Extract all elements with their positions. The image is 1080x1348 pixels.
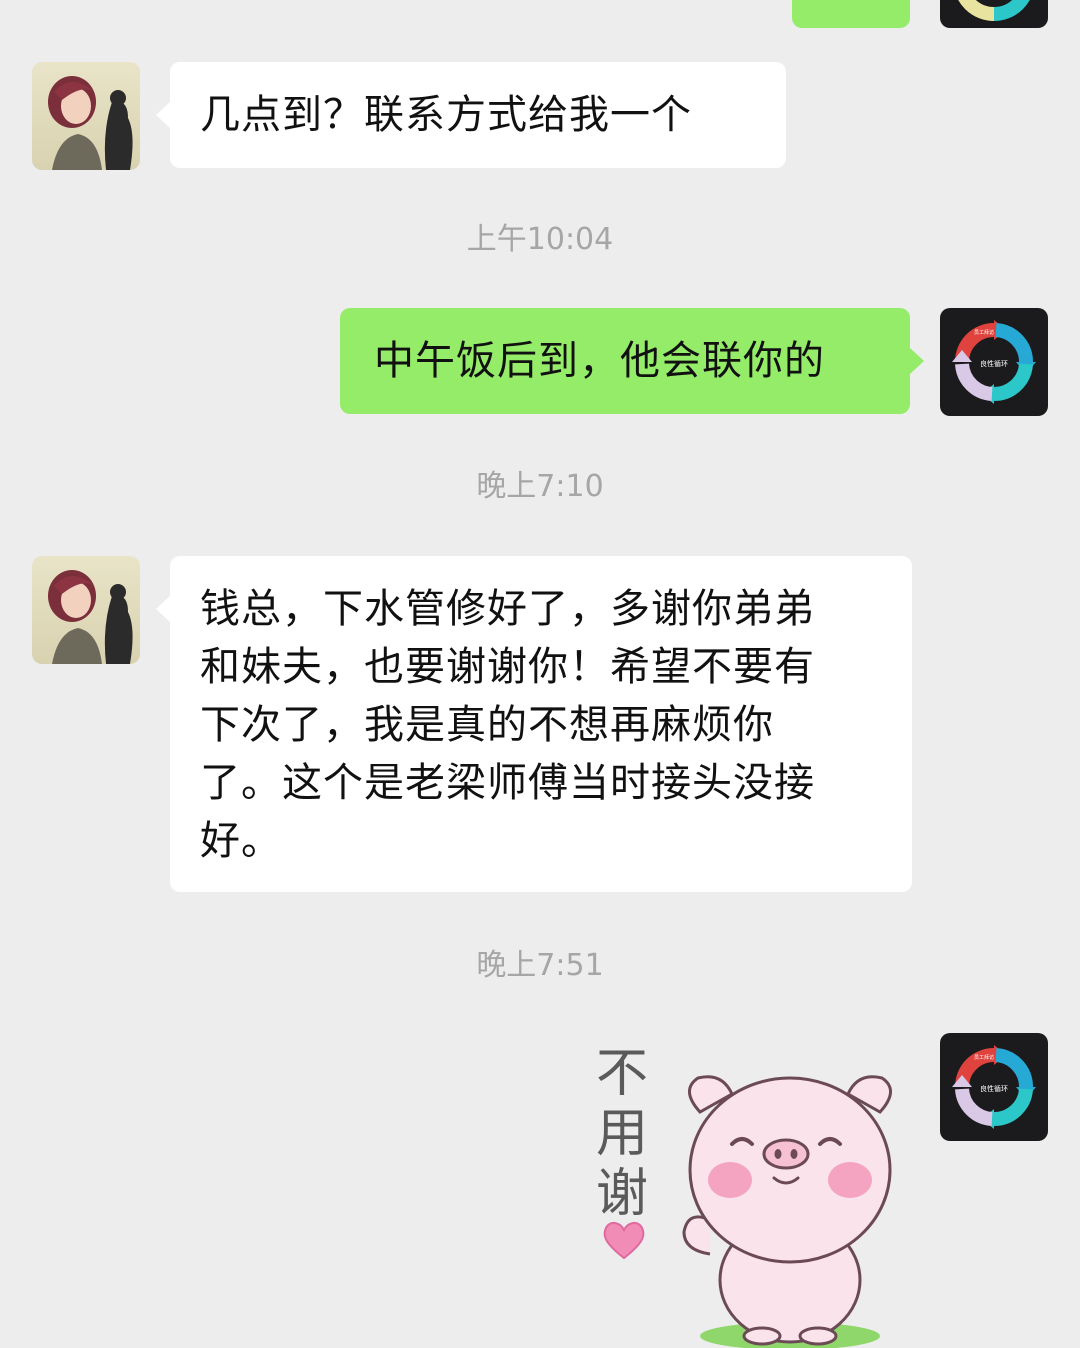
message-line: 了。这个是老梁师傅当时接头没接 [200,760,815,806]
sticker-text: 不 用 谢 [592,1044,652,1224]
message-bubble-incoming[interactable]: 钱总，下水管修好了，多谢你弟弟 和妹夫，也要谢谢你！希望不要有 下次了，我是真的… [156,556,912,892]
my-avatar[interactable]: 良性循环 员工拜访 [940,308,1048,416]
pig-sticker-icon [682,1075,892,1348]
cycle-diagram-avatar-icon: 良性循环 员工拜访 [940,1033,1048,1141]
partial-outgoing-bubble[interactable] [792,0,910,28]
message-line: 好。 [200,818,282,864]
heart-icon [603,1222,645,1260]
message-line: 和妹夫，也要谢谢你！希望不要有 [200,644,815,690]
cycle-diagram-avatar-icon: 良性循环 员工拜访 [940,308,1048,416]
message-text: 几点到？联系方式给我一个 [200,92,692,138]
timestamp: 晚上7:10 [476,469,604,504]
sticker-char: 用 [595,1104,648,1164]
timestamp: 上午10:04 [466,222,614,257]
message-bubble-outgoing[interactable]: 中午饭后到，他会联你的 [340,308,924,414]
message-bubble-incoming[interactable]: 几点到？联系方式给我一个 [156,62,786,168]
contact-avatar[interactable] [32,556,140,664]
woman-portrait-avatar-icon [32,62,140,170]
avatar-top-label: 员工拜访 [974,329,994,336]
woman-portrait-avatar-icon [32,556,140,664]
sticker-char: 谢 [595,1164,648,1224]
message-line: 下次了，我是真的不想再麻烦你 [200,702,774,748]
my-avatar[interactable]: 良性循环 员工拜访 [940,1033,1048,1141]
avatar-center-label: 良性循环 [980,359,1008,368]
cycle-diagram-avatar-icon [940,0,1048,28]
message-text: 中午饭后到，他会联你的 [374,338,825,384]
my-avatar-partial[interactable] [940,0,1048,28]
avatar-center-label: 良性循环 [980,1084,1008,1093]
sticker-char: 不 [595,1044,648,1104]
sticker-message[interactable]: 不 用 谢 [580,1040,920,1348]
timestamp: 晚上7:51 [476,948,604,983]
contact-avatar[interactable] [32,62,140,170]
avatar-top-label: 员工拜访 [974,1054,994,1061]
message-line: 钱总，下水管修好了，多谢你弟弟 [200,586,815,632]
